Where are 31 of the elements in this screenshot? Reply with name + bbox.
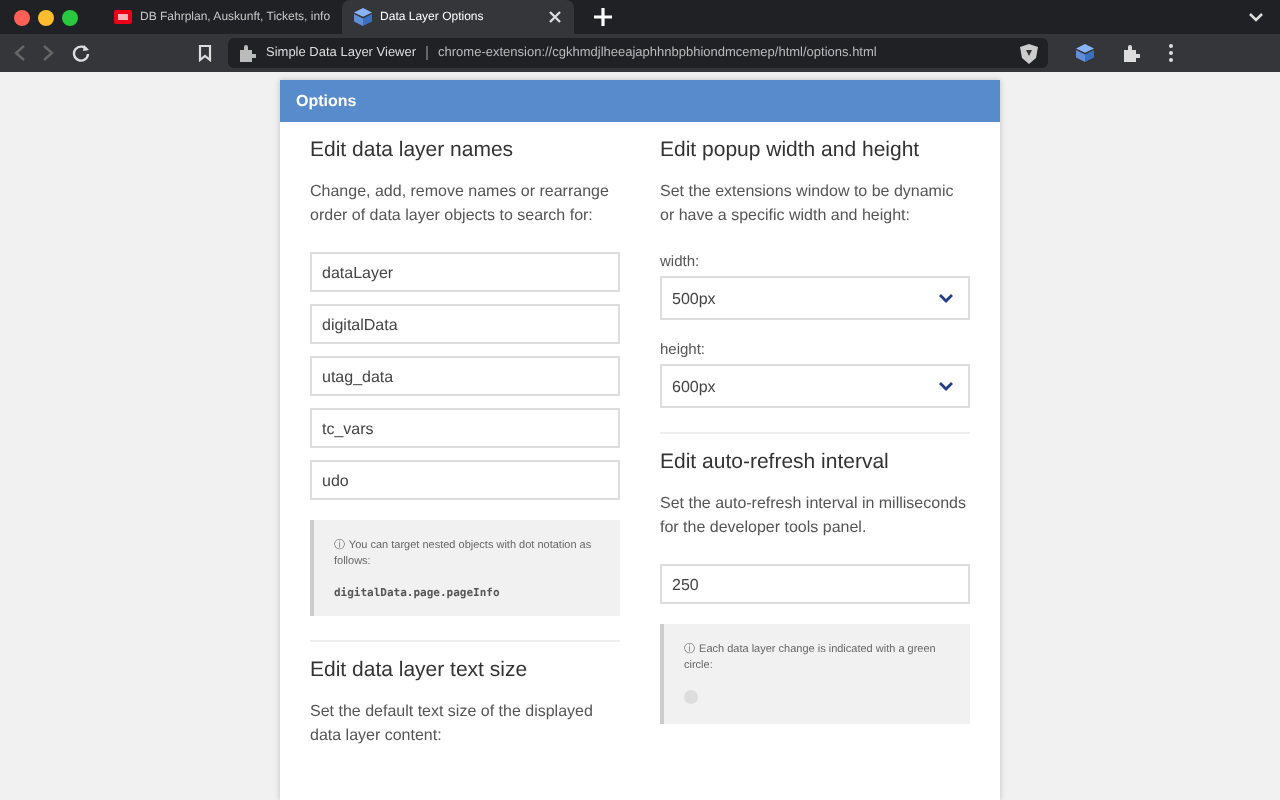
puzzle-icon[interactable] — [1122, 44, 1140, 62]
name-field[interactable]: tc_vars — [310, 408, 620, 448]
section-description: Set the extensions window to be dynamic or have a specific width and height: — [660, 180, 956, 228]
section-heading: Edit popup width and height — [660, 138, 922, 162]
name-field[interactable]: digitalData — [310, 304, 620, 344]
cube-icon — [354, 8, 373, 26]
bookmark-icon[interactable] — [198, 44, 212, 62]
reload-icon[interactable] — [72, 44, 90, 62]
chevron-down-icon[interactable] — [1248, 11, 1264, 23]
name-field[interactable]: udo — [310, 460, 620, 500]
shield-icon[interactable] — [1020, 43, 1038, 63]
size-dropdown[interactable]: 600px — [660, 364, 970, 408]
cube-icon[interactable] — [1076, 44, 1094, 62]
section-description: Set the auto-refresh interval in milliseconds for the developer tools panel. — [660, 492, 968, 540]
options-header: Options — [280, 80, 1000, 122]
section-heading: Edit data layer names — [310, 138, 516, 162]
interval-field[interactable]: 250 — [660, 564, 970, 604]
name-field[interactable]: dataLayer — [310, 252, 620, 292]
section-description: Set the default text size of the displayed data layer content: — [310, 700, 595, 748]
chevron-down-icon — [938, 381, 954, 391]
new-tab-icon[interactable] — [594, 8, 613, 26]
section-heading: Edit auto-refresh interval — [660, 450, 891, 474]
section-heading: Edit data layer text size — [310, 658, 530, 682]
size-dropdown[interactable]: 500px — [660, 276, 970, 320]
db-logo-icon — [114, 8, 132, 26]
menu-icon[interactable] — [1168, 44, 1174, 62]
chevron-down-icon — [938, 293, 954, 303]
close-icon[interactable] — [548, 10, 563, 24]
section-description: Change, add, remove names or rearrange order of data layer objects to search for: — [310, 180, 611, 228]
puzzle-icon — [238, 44, 256, 62]
name-field[interactable]: utag_data — [310, 356, 620, 396]
